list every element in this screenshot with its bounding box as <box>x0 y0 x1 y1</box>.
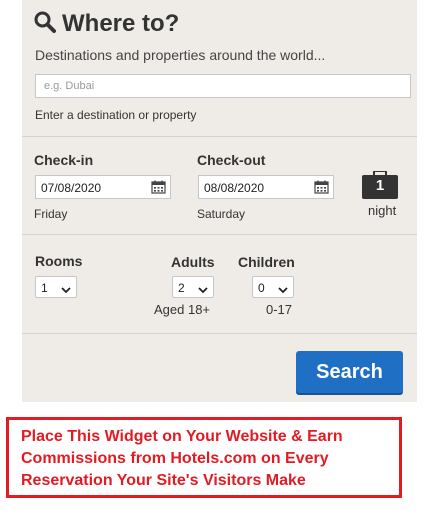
rooms-select[interactable]: 1 <box>35 276 77 298</box>
checkin-label: Check-in <box>34 152 94 168</box>
checkin-date-field[interactable]: 07/08/2020 <box>35 175 171 199</box>
calendar-icon[interactable] <box>314 180 329 199</box>
destination-input[interactable] <box>35 74 411 98</box>
children-value: 0 <box>258 281 265 295</box>
nights-label: night <box>368 203 397 218</box>
destination-hint: Enter a destination or property <box>35 108 197 122</box>
search-widget: Where to? Destinations and properties ar… <box>22 0 417 402</box>
suitcase-icon: 1 <box>362 171 398 199</box>
promo-banner: Place This Widget on Your Website & Earn… <box>6 417 402 498</box>
adults-select[interactable]: 2 <box>172 276 214 298</box>
children-label: Children <box>238 254 295 270</box>
promo-line: Commissions from Hotels.com on Every <box>21 450 329 467</box>
chevron-down-icon <box>278 282 288 300</box>
adults-value: 2 <box>178 281 185 295</box>
checkout-day: Saturday <box>197 207 246 221</box>
chevron-down-icon <box>198 282 208 300</box>
nights-count: 1 <box>375 177 385 194</box>
adults-label: Adults <box>171 254 215 270</box>
checkout-label: Check-out <box>197 152 266 168</box>
rooms-value: 1 <box>41 281 48 295</box>
search-button[interactable]: Search <box>296 351 403 393</box>
page-title: Where to? <box>62 10 180 37</box>
promo-line: Reservation Your Site's Visitors Make <box>21 472 306 489</box>
adults-note: Aged 18+ <box>154 302 211 317</box>
checkout-date-field[interactable]: 08/08/2020 <box>198 175 334 199</box>
checkin-date-value: 07/08/2020 <box>41 181 102 195</box>
calendar-icon[interactable] <box>151 180 166 199</box>
promo-line: Place This Widget on Your Website & Earn <box>21 428 343 445</box>
children-select[interactable]: 0 <box>252 276 294 298</box>
title-row: Where to? <box>34 10 179 38</box>
search-icon <box>34 11 56 38</box>
subtitle: Destinations and properties around the w… <box>35 47 326 63</box>
divider <box>22 333 417 334</box>
divider <box>22 136 417 137</box>
checkin-day: Friday <box>34 207 68 221</box>
children-note: 0-17 <box>266 302 293 317</box>
divider <box>22 234 417 235</box>
rooms-label: Rooms <box>35 253 83 269</box>
checkout-date-value: 08/08/2020 <box>204 181 265 195</box>
chevron-down-icon <box>61 282 71 300</box>
